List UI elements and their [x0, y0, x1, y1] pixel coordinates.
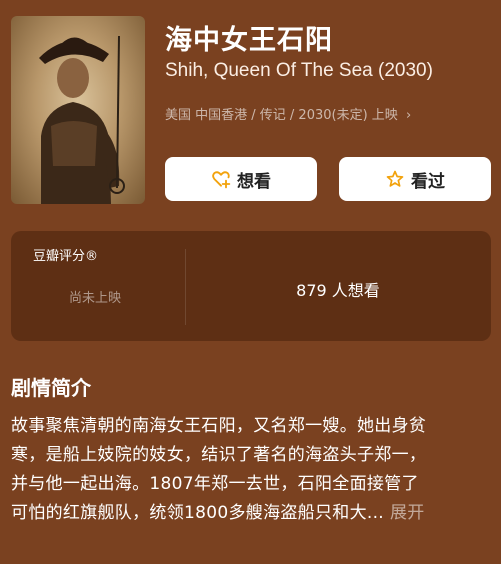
- watched-button[interactable]: 看过: [339, 157, 491, 201]
- synopsis-line-last: 可怕的红旗舰队，统领1800多艘海盗船只和大... 展开: [11, 499, 491, 528]
- synopsis-text: 故事聚焦清朝的南海女王石阳，又名郑一嫂。她出身贫 寒，是船上妓院的妓女，结识了著…: [11, 412, 491, 528]
- movie-title: 海中女王石阳: [165, 25, 333, 56]
- want-count: 879 人想看: [296, 281, 380, 300]
- rating-status: 尚未上映: [69, 291, 122, 306]
- chevron-right-icon: ›: [405, 108, 412, 123]
- synopsis-heading: 剧情简介: [11, 376, 91, 400]
- rating-label: 豆瓣评分®: [33, 249, 99, 264]
- heart-plus-icon: [212, 171, 231, 189]
- synopsis-line-text: 可怕的红旗舰队，统领1800多艘海盗船只和大...: [11, 503, 384, 523]
- star-outline-icon: [386, 170, 404, 187]
- watched-label: 看过: [411, 171, 445, 192]
- douban-rating-card[interactable]: 豆瓣评分® 尚未上映 879 人想看: [11, 231, 491, 341]
- synopsis-line: 寒，是船上妓院的妓女，结识了著名的海盗头子郑一，: [11, 445, 427, 465]
- poster-figure-image: [39, 35, 125, 204]
- synopsis-line: 并与他一起出海。1807年郑一去世，石阳全面接管了: [11, 474, 419, 494]
- movie-poster[interactable]: [11, 16, 145, 204]
- movie-meta-text: 美国 中国香港 / 传记 / 2030(未定) 上映: [165, 108, 398, 123]
- movie-original-title: Shih, Queen Of The Sea (2030): [165, 60, 433, 81]
- synopsis-line: 故事聚焦清朝的南海女王石阳，又名郑一嫂。她出身贫: [11, 416, 427, 436]
- want-to-watch-button[interactable]: 想看: [165, 157, 317, 201]
- expand-link[interactable]: 展开: [390, 503, 425, 523]
- movie-meta-info[interactable]: 美国 中国香港 / 传记 / 2030(未定) 上映 ›: [165, 104, 411, 123]
- want-to-watch-label: 想看: [237, 171, 271, 192]
